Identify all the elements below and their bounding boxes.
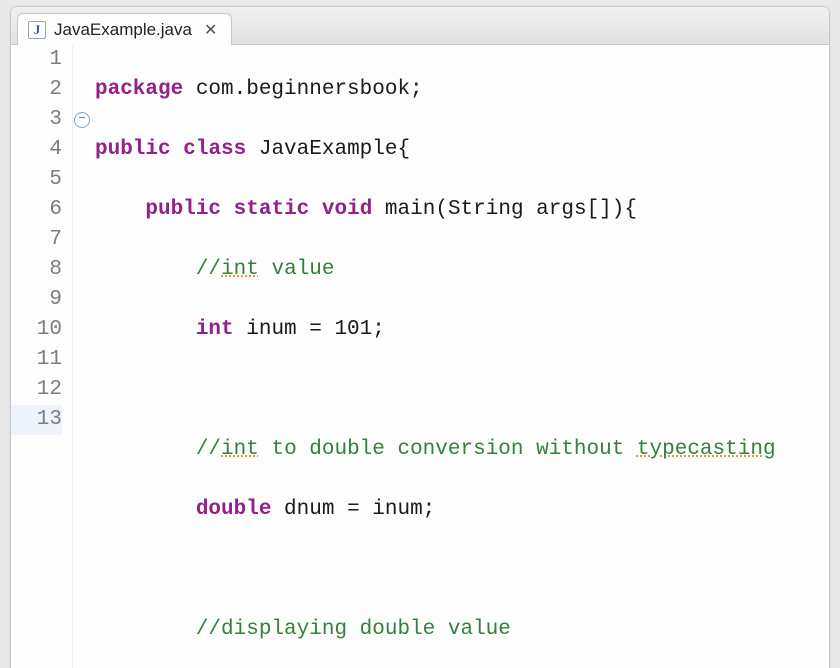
comment: // <box>196 258 221 281</box>
line-number: 12 <box>11 375 62 405</box>
fold-toggle-icon[interactable]: − <box>74 112 90 128</box>
comment: int <box>221 438 259 461</box>
keyword: public <box>145 198 221 221</box>
comment: to double conversion without <box>259 438 637 461</box>
comment: // <box>196 438 221 461</box>
code-area[interactable]: 1 2 3 4 5 6 7 8 9 10 11 12 13 − package … <box>11 45 829 668</box>
keyword: package <box>95 78 183 101</box>
editor-tab-javaexample[interactable]: J JavaExample.java ✕ <box>17 13 232 45</box>
keyword: static <box>234 198 310 221</box>
keyword: public <box>95 138 171 161</box>
line-number: 9 <box>11 285 62 315</box>
keyword: class <box>183 138 246 161</box>
comment: int <box>221 258 259 281</box>
line-number: 4 <box>11 135 62 165</box>
code-text: main( <box>372 198 448 221</box>
code-text: args[]){ <box>524 198 637 221</box>
editor-tab-label: JavaExample.java <box>54 20 192 40</box>
keyword: void <box>322 198 372 221</box>
keyword: double <box>196 498 272 521</box>
comment: typecasting <box>637 438 776 461</box>
line-number: 10 <box>11 315 62 345</box>
fold-column: − <box>73 45 93 668</box>
line-number: 13 <box>11 405 62 435</box>
editor-tab-bar: J JavaExample.java ✕ <box>11 7 829 45</box>
line-number: 1 <box>11 45 62 75</box>
line-number: 2 <box>11 75 62 105</box>
line-number: 7 <box>11 225 62 255</box>
line-number: 8 <box>11 255 62 285</box>
java-file-icon: J <box>28 21 46 39</box>
comment: value <box>259 258 335 281</box>
line-number: 3 <box>11 105 62 135</box>
code-lines[interactable]: package com.beginnersbook; public class … <box>93 45 829 668</box>
code-text: dnum = inum; <box>271 498 435 521</box>
code-text: { <box>397 138 410 161</box>
code-text: inum = 101; <box>234 318 385 341</box>
line-number: 6 <box>11 195 62 225</box>
editor-panel: J JavaExample.java ✕ 1 2 3 4 5 6 7 8 9 1… <box>10 6 830 668</box>
line-number: 11 <box>11 345 62 375</box>
comment: //displaying double value <box>196 618 511 641</box>
code-text: String <box>448 198 524 221</box>
line-number-gutter: 1 2 3 4 5 6 7 8 9 10 11 12 13 <box>11 45 73 668</box>
close-icon[interactable]: ✕ <box>204 20 217 40</box>
code-text: com.beginnersbook; <box>183 78 422 101</box>
keyword: int <box>196 318 234 341</box>
line-number: 5 <box>11 165 62 195</box>
code-text: JavaExample <box>246 138 397 161</box>
